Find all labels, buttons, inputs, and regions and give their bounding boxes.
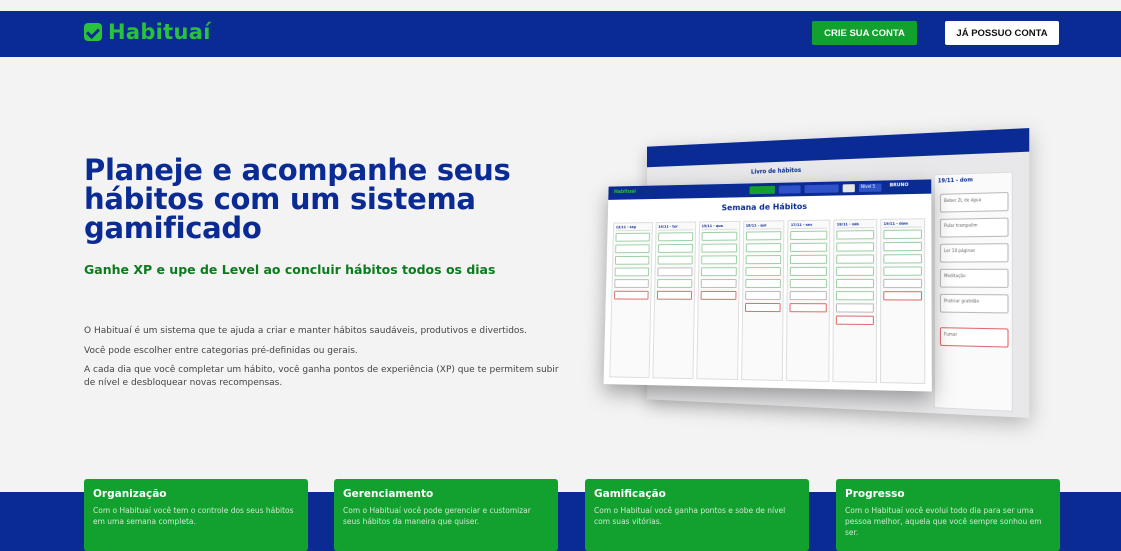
app-preview-habit: Meditação: [939, 268, 1009, 288]
app-preview-day-column: 15/11 - qua: [696, 220, 740, 381]
logo[interactable]: Habituaí: [84, 20, 211, 44]
app-preview-day-header: 17/11 - sex: [790, 222, 828, 230]
app-preview-habit: Praticar gratidão: [939, 293, 1009, 314]
app-preview-chip: [804, 184, 839, 194]
app-preview-logo: Habituaí: [613, 188, 636, 196]
hero-paragraph: Você pode escolher entre categorias pré-…: [84, 346, 358, 356]
feature-title: Gerenciamento: [343, 488, 434, 500]
app-preview-back-heading: Livro de hábitos: [750, 166, 802, 176]
feature-title: Organização: [93, 488, 167, 500]
app-preview-day-header: 15/11 - qua: [701, 223, 738, 231]
app-preview-chip: [749, 185, 775, 195]
app-preview-day-column: 16/11 - qui: [740, 220, 785, 382]
check-square-icon: [84, 23, 102, 41]
hero-paragraph: A cada dia que você completar um hábito,…: [84, 365, 559, 388]
app-preview-habit: Ler 10 páginas: [939, 243, 1009, 263]
feature-text: Com o Habituaí você ganha pontos e sobe …: [594, 506, 786, 526]
top-navbar: Habituaí CRIE SUA CONTA JÁ POSSUO CONTA: [0, 11, 1121, 57]
hero-paragraph: O Habituaí é um sistema que te ajuda a c…: [84, 326, 527, 336]
app-preview-day-header: 16/11 - qui: [745, 223, 782, 230]
app-preview-day-column: 19/11 - dom Beber 2L de água Pular tramp…: [933, 171, 1013, 412]
app-preview-habit: Pular trampolim: [939, 217, 1009, 238]
hero-subtitle: Ganhe XP e upe de Level ao concluir hábi…: [84, 262, 496, 277]
login-button[interactable]: JÁ POSSUO CONTA: [945, 21, 1059, 45]
feature-card-gamificacao: Gamificação Com o Habituaí você ganha po…: [585, 479, 809, 551]
feature-text: Com o Habituaí você tem o controle dos s…: [93, 506, 294, 526]
app-preview-day-column: 14/11 - ter: [652, 221, 696, 380]
app-preview-day-header: 19/11 - dom: [883, 221, 922, 228]
hero-title: Planeje e acompanhe seus hábitos com um …: [84, 153, 511, 245]
app-preview-day-header: 19/11 - dom: [937, 177, 973, 185]
app-preview-day-header: 14/11 - ter: [658, 224, 694, 231]
feature-card-organizacao: Organização Com o Habituaí você tem o co…: [84, 479, 308, 551]
app-preview-day-column: 17/11 - sex: [786, 219, 831, 382]
app-preview-chip: [778, 185, 801, 194]
app-preview: Habituaí Nível 5 BRUNO Semana de Hábitos…: [603, 179, 932, 392]
app-preview-habit: Fumar: [939, 327, 1009, 348]
feature-card-progresso: Progresso Com o Habituaí você evolui tod…: [836, 479, 1060, 551]
feature-card-gerenciamento: Gerenciamento Com o Habituaí você pode g…: [334, 479, 558, 551]
app-preview-day-header: 18/11 - sáb: [836, 221, 875, 229]
feature-text: Com o Habituaí você pode gerenciar e cus…: [343, 506, 531, 526]
app-preview-week: 13/11 - seg 14/11 - ter 15/11 - qua 16/1…: [609, 218, 926, 385]
feature-text: Com o Habituaí você evolui todo dia para…: [845, 506, 1042, 537]
app-preview-chip: [842, 184, 855, 193]
create-account-button[interactable]: CRIE SUA CONTA: [812, 21, 917, 45]
app-preview-habit: Beber 2L de água: [939, 191, 1009, 213]
app-preview-day-column: 18/11 - sáb: [832, 218, 878, 383]
app-preview-user: BRUNO: [889, 182, 909, 189]
logo-text: Habituaí: [108, 20, 211, 44]
feature-title: Progresso: [845, 488, 905, 500]
feature-title: Gamificação: [594, 488, 666, 500]
app-preview-navbar: [647, 128, 1030, 168]
app-preview-level: Nível 5: [858, 183, 882, 193]
app-preview-day-column: 13/11 - seg: [609, 222, 653, 379]
app-preview-day-header: 13/11 - seg: [615, 225, 650, 232]
app-preview-heading: Semana de Hábitos: [721, 202, 808, 213]
app-preview-day-column: 19/11 - dom: [880, 218, 926, 385]
